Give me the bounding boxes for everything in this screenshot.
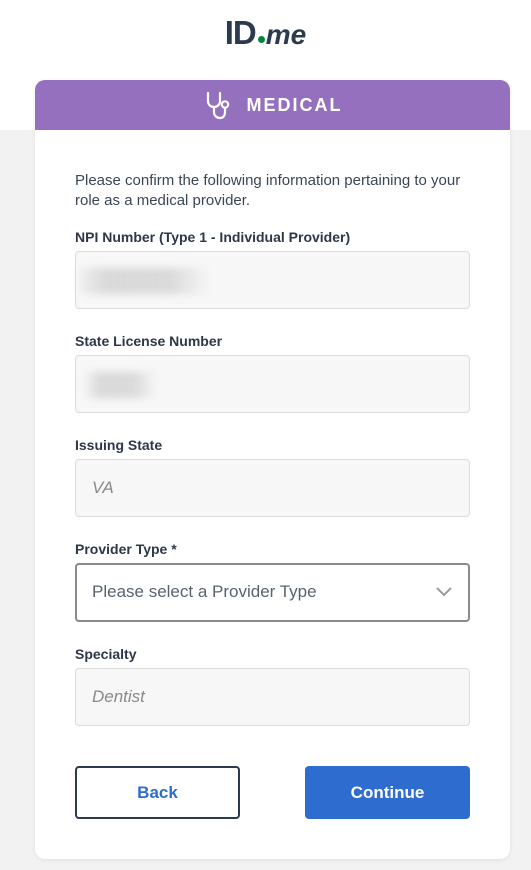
logo-me-text: me bbox=[265, 19, 307, 50]
specialty-label: Specialty bbox=[75, 646, 137, 662]
npi-number-field[interactable] bbox=[75, 251, 470, 309]
license-number-field[interactable] bbox=[75, 355, 470, 413]
logo-id-text: ID bbox=[224, 14, 257, 51]
issuing-state-label: Issuing State bbox=[75, 437, 163, 453]
provider-type-select[interactable]: Please select a Provider Type bbox=[75, 563, 470, 622]
idme-logo: ID me bbox=[0, 16, 531, 49]
provider-type-placeholder: Please select a Provider Type bbox=[92, 582, 317, 601]
issuing-state-value: VA bbox=[92, 478, 114, 497]
provider-type-label: Provider Type * bbox=[75, 541, 177, 557]
license-label: State License Number bbox=[75, 333, 223, 349]
card-title: MEDICAL bbox=[246, 94, 343, 115]
logo-dot bbox=[257, 36, 265, 43]
stethoscope-icon bbox=[203, 90, 233, 120]
intro-text: Please confirm the following information… bbox=[75, 172, 461, 209]
continue-button[interactable]: Continue bbox=[305, 766, 470, 819]
issuing-state-field: VA bbox=[75, 459, 470, 517]
back-button[interactable]: Back bbox=[75, 766, 240, 819]
specialty-value: Dentist bbox=[92, 687, 145, 706]
specialty-field: Dentist bbox=[75, 668, 470, 726]
card-header: MEDICAL bbox=[35, 80, 510, 130]
chevron-down-icon bbox=[436, 584, 452, 602]
redacted-value bbox=[80, 268, 210, 294]
verification-card: MEDICAL Please confirm the following inf… bbox=[35, 80, 510, 859]
npi-label: NPI Number (Type 1 - Individual Provider… bbox=[75, 229, 351, 245]
redacted-value bbox=[86, 372, 156, 398]
